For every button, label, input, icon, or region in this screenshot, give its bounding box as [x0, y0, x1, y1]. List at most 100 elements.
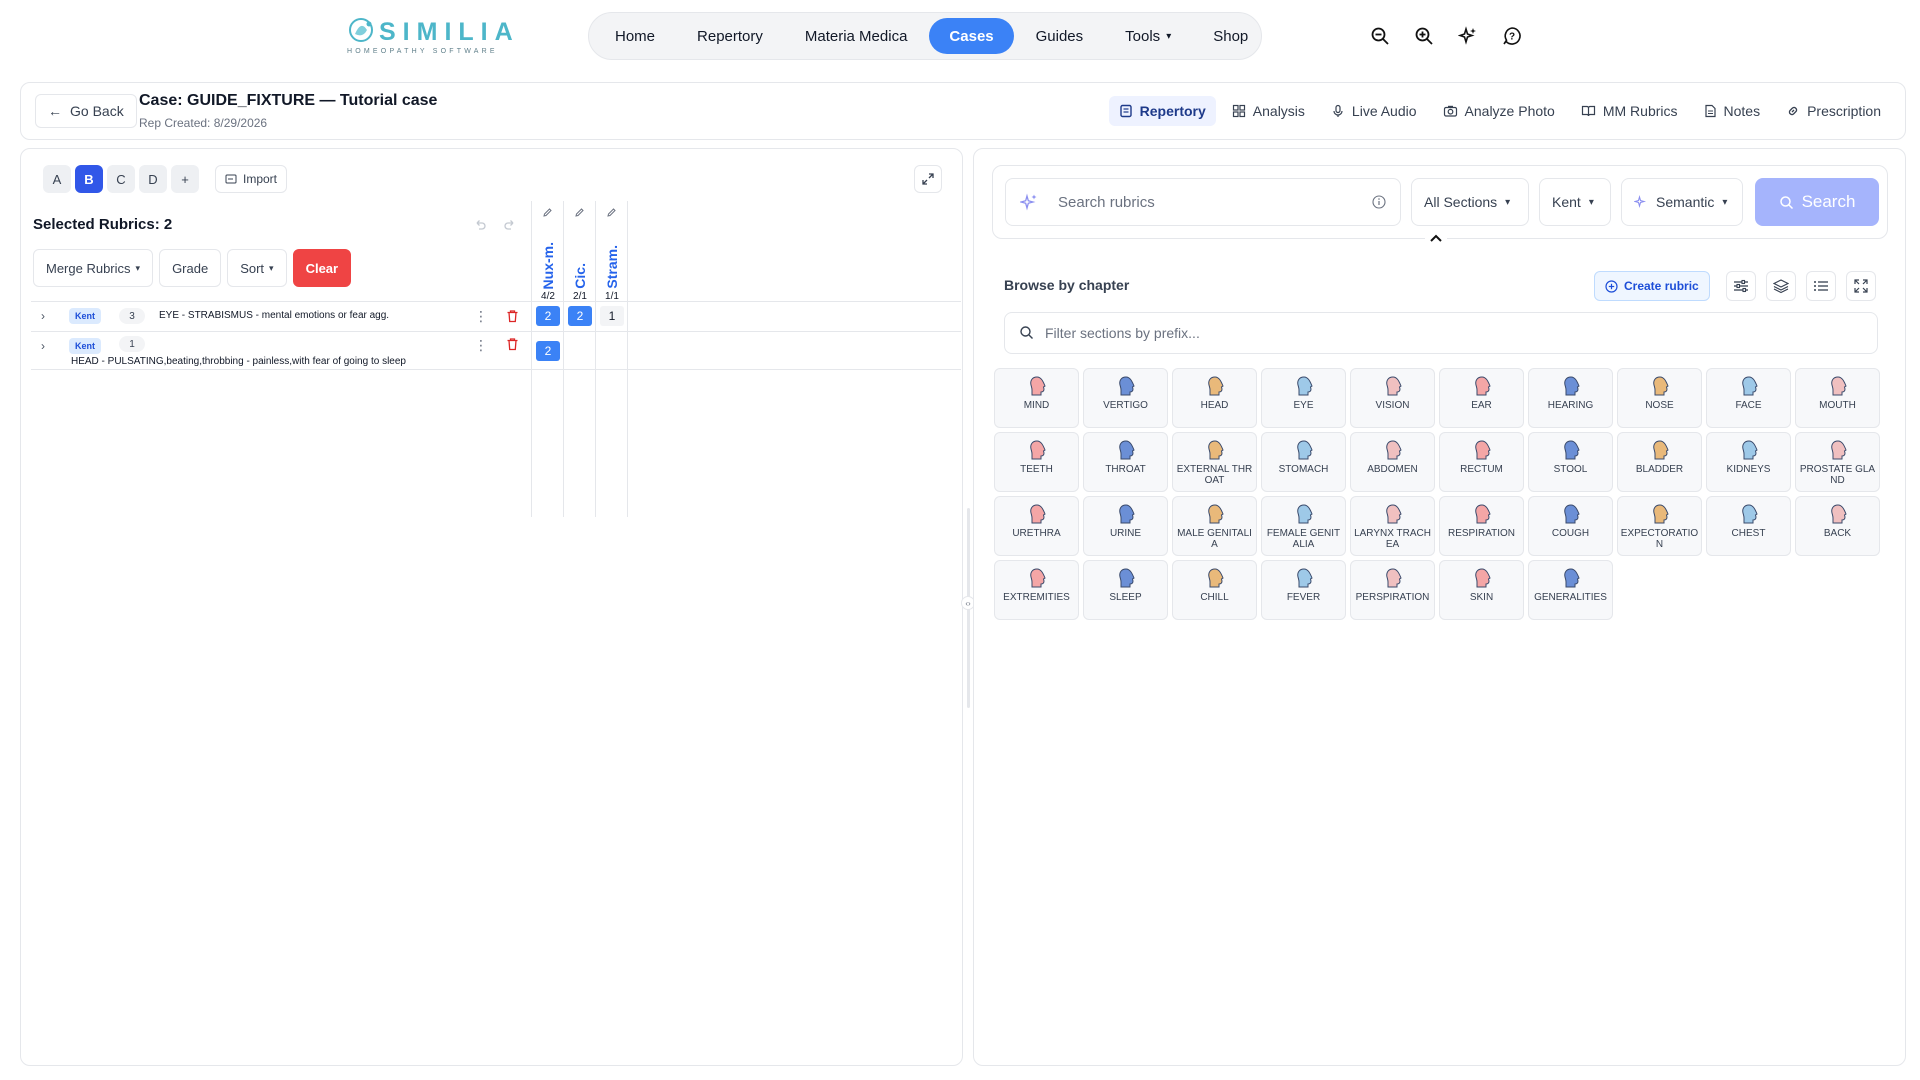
tab-live-audio[interactable]: Live Audio — [1321, 96, 1427, 126]
go-back-button[interactable]: ← Go Back — [35, 94, 137, 128]
grade-button[interactable]: Grade — [159, 249, 222, 287]
zoom-in-icon[interactable] — [1412, 24, 1436, 48]
chapter-stool[interactable]: STOOL — [1528, 432, 1613, 492]
chapter-generalities[interactable]: GENERALITIES — [1528, 560, 1613, 620]
redo-icon[interactable] — [503, 217, 517, 236]
chapter-eye[interactable]: EYE — [1261, 368, 1346, 428]
nav-shop[interactable]: Shop — [1193, 18, 1268, 54]
tab-analyze-photo[interactable]: Analyze Photo — [1433, 96, 1565, 126]
chevron-right-icon[interactable]: › — [41, 339, 45, 353]
chapter-back[interactable]: BACK — [1795, 496, 1880, 556]
chevron-right-icon[interactable]: › — [41, 309, 45, 323]
chapter-rectum[interactable]: RECTUM — [1439, 432, 1524, 492]
nav-tools[interactable]: Tools ▾ — [1105, 18, 1191, 54]
chapter-mouth[interactable]: MOUTH — [1795, 368, 1880, 428]
chapter-respiration[interactable]: RESPIRATION — [1439, 496, 1524, 556]
pencil-icon[interactable] — [542, 205, 553, 223]
create-rubric-button[interactable]: Create rubric — [1594, 271, 1710, 301]
chapter-prostate-gland[interactable]: PROSTATE GLAND — [1795, 432, 1880, 492]
tab-mm-rubrics[interactable]: MM Rubrics — [1571, 96, 1688, 126]
nav-guides[interactable]: Guides — [1016, 18, 1104, 54]
merge-rubrics-button[interactable]: Merge Rubrics ▾ — [33, 249, 154, 287]
nav-home[interactable]: Home — [595, 18, 675, 54]
expand-button[interactable] — [914, 165, 942, 193]
chapter-hearing[interactable]: HEARING — [1528, 368, 1613, 428]
chapter-extremities[interactable]: EXTREMITIES — [994, 560, 1079, 620]
more-vertical-icon[interactable]: ⋮ — [474, 337, 488, 354]
chapter-female-genitalia[interactable]: FEMALE GENITALIA — [1261, 496, 1346, 556]
chapter-head[interactable]: HEAD — [1172, 368, 1257, 428]
repertory-dropdown[interactable]: Kent ▾ — [1539, 178, 1611, 226]
add-letter-button[interactable]: + — [171, 165, 199, 193]
chapter-external-throat[interactable]: EXTERNAL THROAT — [1172, 432, 1257, 492]
chapter-nose[interactable]: NOSE — [1617, 368, 1702, 428]
tab-repertory[interactable]: Repertory — [1108, 96, 1216, 126]
import-button[interactable]: Import — [215, 165, 288, 193]
chapter-fever[interactable]: FEVER — [1261, 560, 1346, 620]
grade-cell[interactable]: 2 — [568, 306, 592, 326]
remedy-header[interactable]: Cic. — [564, 225, 596, 289]
panel-splitter[interactable]: ‹› — [961, 148, 975, 1066]
info-icon[interactable] — [1372, 195, 1386, 209]
chapter-sleep[interactable]: SLEEP — [1083, 560, 1168, 620]
search-button[interactable]: Search — [1755, 178, 1879, 226]
clear-button[interactable]: Clear — [292, 249, 352, 287]
nav-materia-medica[interactable]: Materia Medica — [785, 18, 928, 54]
chapter-expectoration[interactable]: EXPECTORATION — [1617, 496, 1702, 556]
letter-tab-b[interactable]: B — [75, 165, 103, 193]
chapter-vision[interactable]: VISION — [1350, 368, 1435, 428]
undo-icon[interactable] — [473, 217, 487, 236]
chapter-cough[interactable]: COUGH — [1528, 496, 1613, 556]
grade-cell[interactable]: 2 — [536, 341, 560, 361]
brand-logo[interactable]: SIMILIA HOMEOPATHY SOFTWARE — [345, 16, 513, 58]
search-input[interactable]: Search rubrics — [1005, 178, 1401, 226]
rubric-row[interactable]: › Kent 3 EYE - STRABISMUS - mental emoti… — [31, 301, 531, 331]
letter-tab-a[interactable]: A — [43, 165, 71, 193]
grade-cell[interactable]: 1 — [600, 306, 624, 326]
search-mode-dropdown[interactable]: Semantic ▾ — [1621, 178, 1743, 226]
layers-icon[interactable] — [1766, 271, 1796, 301]
chapter-face[interactable]: FACE — [1706, 368, 1791, 428]
chapter-perspiration[interactable]: PERSPIRATION — [1350, 560, 1435, 620]
chapter-ear[interactable]: EAR — [1439, 368, 1524, 428]
chapter-bladder[interactable]: BLADDER — [1617, 432, 1702, 492]
chapter-kidneys[interactable]: KIDNEYS — [1706, 432, 1791, 492]
tab-analysis[interactable]: Analysis — [1222, 96, 1315, 126]
trash-icon[interactable] — [506, 337, 519, 356]
chapter-urethra[interactable]: URETHRA — [994, 496, 1079, 556]
list-icon[interactable] — [1806, 271, 1836, 301]
chapter-chest[interactable]: CHEST — [1706, 496, 1791, 556]
sections-dropdown[interactable]: All Sections ▾ — [1411, 178, 1529, 226]
trash-icon[interactable] — [506, 309, 519, 328]
remedy-header[interactable]: Stram. — [596, 225, 628, 289]
grade-cell[interactable]: 2 — [536, 306, 560, 326]
tab-prescription[interactable]: Prescription — [1776, 96, 1891, 126]
more-vertical-icon[interactable]: ⋮ — [474, 308, 488, 325]
nav-repertory[interactable]: Repertory — [677, 18, 783, 54]
chapter-urine[interactable]: URINE — [1083, 496, 1168, 556]
fullscreen-icon[interactable] — [1846, 271, 1876, 301]
chapter-mind[interactable]: MIND — [994, 368, 1079, 428]
chapter-larynx-trachea[interactable]: LARYNX TRACHEA — [1350, 496, 1435, 556]
chapter-skin[interactable]: SKIN — [1439, 560, 1524, 620]
chapter-abdomen[interactable]: ABDOMEN — [1350, 432, 1435, 492]
letter-tab-d[interactable]: D — [139, 165, 167, 193]
zoom-out-icon[interactable] — [1368, 24, 1392, 48]
remedy-header[interactable]: Nux-m. — [532, 225, 564, 289]
help-icon[interactable]: ? — [1500, 24, 1524, 48]
chapter-male-genitalia[interactable]: MALE GENITALIA — [1172, 496, 1257, 556]
pencil-icon[interactable] — [606, 205, 617, 223]
tab-notes[interactable]: Notes — [1694, 96, 1771, 126]
nav-cases[interactable]: Cases — [929, 18, 1014, 54]
sliders-icon[interactable] — [1726, 271, 1756, 301]
chapter-vertigo[interactable]: VERTIGO — [1083, 368, 1168, 428]
chapter-stomach[interactable]: STOMACH — [1261, 432, 1346, 492]
rubric-row[interactable]: › Kent 1 HEAD - PULSATING,beating,throbb… — [31, 331, 531, 369]
chevron-up-icon[interactable] — [1425, 230, 1447, 246]
sparkle-icon[interactable] — [1456, 24, 1480, 48]
letter-tab-c[interactable]: C — [107, 165, 135, 193]
pencil-icon[interactable] — [574, 205, 585, 223]
filter-sections-input[interactable]: Filter sections by prefix... — [1004, 312, 1878, 354]
chapter-chill[interactable]: CHILL — [1172, 560, 1257, 620]
chapter-teeth[interactable]: TEETH — [994, 432, 1079, 492]
